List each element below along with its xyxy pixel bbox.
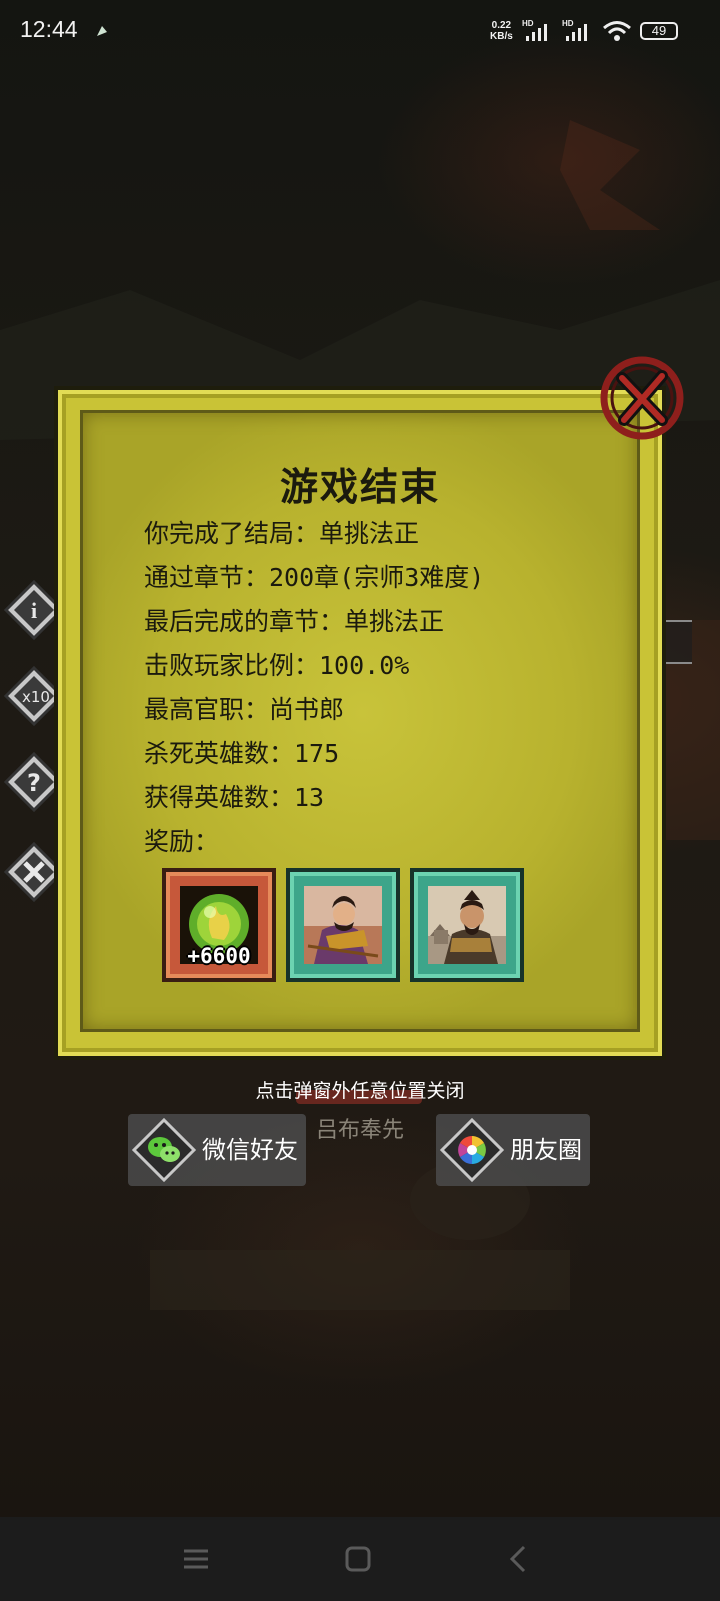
wechat-icon [132, 1118, 196, 1182]
info-button[interactable]: i [4, 580, 64, 640]
home-icon[interactable] [338, 1539, 378, 1579]
notification-icon [97, 26, 107, 36]
system-nav-bar [0, 1517, 720, 1601]
reward-item-orb[interactable]: +6600 [162, 868, 276, 982]
hero-portrait-general [428, 886, 506, 964]
defeat-ratio-line: 击败玩家比例：100.0% [144, 651, 410, 680]
hero-name: 吕布奉先 [316, 1118, 405, 1143]
svg-text:HD: HD [522, 19, 534, 28]
game-over-dialog: 游戏结束 你完成了结局：单挑法正 通过章节：200章(宗师3难度) 最后完成的章… [54, 386, 666, 1060]
svg-text:HD: HD [562, 19, 574, 28]
svg-text:?: ? [27, 769, 41, 797]
battery-indicator: 49 [640, 22, 678, 40]
rank-line: 最高官职：尚书郎 [144, 695, 345, 724]
speed-button[interactable]: x10 [4, 666, 64, 726]
reward-item-hero-2[interactable] [410, 868, 524, 982]
quit-button[interactable] [4, 842, 64, 902]
signal-2-icon: HD [562, 19, 587, 41]
clock: 12:44 [20, 16, 78, 42]
close-icon [600, 356, 684, 440]
last-chapter-line: 最后完成的章节：单挑法正 [144, 607, 445, 636]
help-button[interactable]: ? [4, 752, 64, 812]
reward-label: 奖励： [144, 827, 220, 856]
result-stats: 你完成了结局：单挑法正 通过章节：200章(宗师3难度) 最后完成的章节：单挑法… [144, 512, 484, 864]
share-wechat-button[interactable]: 微信好友 [128, 1114, 306, 1186]
wifi-icon [603, 21, 631, 41]
svg-text:i: i [31, 598, 37, 623]
menu-icon[interactable] [176, 1539, 216, 1579]
close-dialog-button[interactable] [592, 352, 688, 448]
moments-icon [440, 1118, 504, 1182]
reward-amount: +6600 [187, 944, 251, 968]
signal-1-icon: HD [522, 19, 547, 41]
reward-item-hero-1[interactable] [286, 868, 400, 982]
ending-line: 你完成了结局：单挑法正 [144, 519, 420, 548]
hero-portrait-archer [304, 886, 382, 964]
kills-line: 杀死英雄数：175 [144, 739, 340, 768]
share-moments-button[interactable]: 朋友圈 [436, 1114, 590, 1186]
network-speed: 0.22 KB/s [490, 20, 513, 42]
chapter-line: 通过章节：200章(宗师3难度) [144, 563, 485, 592]
close-hint: 点击弹窗外任意位置关闭 [255, 1080, 465, 1102]
back-icon[interactable] [500, 1539, 540, 1579]
status-bar: 12:44 0.22 KB/s HD HD 49 [0, 0, 720, 64]
svg-text:x10: x10 [22, 688, 50, 706]
heroes-line: 获得英雄数：13 [144, 783, 325, 812]
dialog-title: 游戏结束 [279, 465, 440, 509]
share-wechat-label: 微信好友 [202, 1136, 298, 1164]
share-moments-label: 朋友圈 [510, 1136, 582, 1164]
